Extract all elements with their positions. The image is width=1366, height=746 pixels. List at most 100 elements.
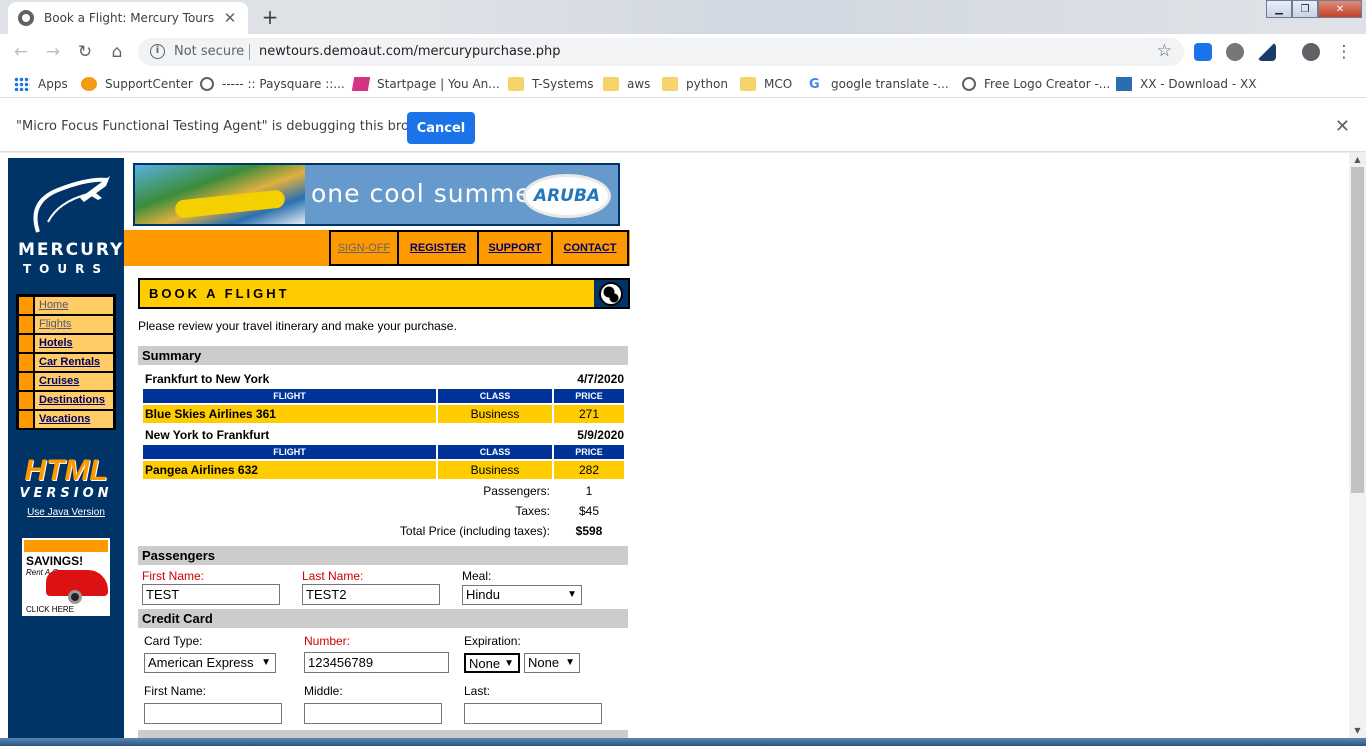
new-tab-button[interactable]: + — [256, 4, 284, 30]
startpage-icon — [351, 77, 371, 91]
reload-icon[interactable]: ↻ — [73, 40, 97, 64]
bookmark-label: python — [686, 77, 728, 91]
logo-word-tours: TOURS — [22, 262, 109, 276]
route-row: New York to Frankfurt 5/9/2020 — [143, 425, 626, 445]
scrollbar-thumb[interactable] — [1351, 167, 1364, 493]
card-type-select[interactable]: American Express ▼ — [144, 653, 276, 673]
maximize-button[interactable]: ❐ — [1292, 0, 1318, 18]
bookmark-google-translate[interactable]: Ggoogle translate -... — [809, 75, 949, 93]
bookmark-label: google translate -... — [831, 77, 949, 91]
window-close-button[interactable]: ✕ — [1318, 0, 1362, 18]
tab-favicon-icon — [18, 10, 34, 26]
card-last-name-input[interactable] — [464, 703, 602, 724]
bookmark-t-systems[interactable]: T-Systems — [508, 75, 594, 93]
card-number-input[interactable]: 123456789 — [304, 652, 449, 673]
rent-a-car-ad[interactable]: SAVINGS! Rent A Car CLICK HERE — [22, 538, 110, 616]
contact-link[interactable]: CONTACT — [553, 230, 629, 266]
bookmark-label: MCO — [764, 77, 793, 91]
scroll-up-icon[interactable]: ▲ — [1349, 153, 1366, 167]
minimize-button[interactable]: ▁ — [1266, 0, 1292, 18]
meal-select[interactable]: Hindu ▼ — [462, 585, 582, 605]
nav-link-flights[interactable]: Flights — [35, 316, 113, 333]
expiration-year-select[interactable]: None ▼ — [524, 653, 580, 673]
bookmark-label: XX - Download - XX — [1140, 77, 1257, 91]
page-scrollbar[interactable]: ▲ ▼ — [1349, 153, 1366, 738]
aruba-banner[interactable]: one cool summer ARUBA — [133, 163, 620, 226]
page-title: BOOK A FLIGHT — [149, 286, 290, 301]
scroll-down-icon[interactable]: ▼ — [1349, 724, 1366, 738]
register-link[interactable]: REGISTER — [399, 230, 479, 266]
expiration-month-select[interactable]: None ▼ — [464, 653, 520, 673]
credit-card-section-header: Credit Card — [138, 609, 628, 628]
bookmark-label: Apps — [38, 77, 68, 91]
more-menu-icon[interactable]: ⋮ — [1332, 40, 1356, 64]
nav-link-cruises[interactable]: Cruises — [35, 373, 113, 390]
nav-link-destinations[interactable]: Destinations — [35, 392, 113, 409]
banner-photo — [135, 165, 305, 224]
bookmark-apps[interactable]: Apps — [14, 75, 68, 93]
forward-arrow-icon[interactable]: → — [41, 40, 65, 64]
route-date: 4/7/2020 — [577, 372, 624, 386]
browser-tab[interactable]: Book a Flight: Mercury Tours ✕ — [8, 2, 248, 34]
home-icon[interactable]: ⌂ — [105, 40, 129, 64]
card-type-value: American Express — [148, 655, 254, 670]
url-text[interactable]: newtours.demoaut.com/mercurypurchase.php — [259, 44, 561, 59]
bookmark-startpage[interactable]: Startpage | You An... — [351, 75, 500, 93]
book-a-flight-header: BOOK A FLIGHT — [138, 278, 630, 309]
nav-link-car-rentals[interactable]: Car Rentals — [35, 354, 113, 371]
expiration-label: Expiration: — [464, 634, 521, 648]
nav-bullet — [19, 297, 33, 314]
info-icon[interactable]: i — [150, 44, 165, 59]
banner-slogan: one cool summer — [311, 179, 543, 208]
globe-icon — [962, 77, 976, 91]
passenger-first-name-input[interactable]: TEST — [142, 584, 280, 605]
google-icon: G — [809, 77, 820, 92]
cancel-debugging-button[interactable]: Cancel — [407, 112, 475, 144]
bookmark-python[interactable]: python — [662, 75, 728, 93]
bookmark-free-logo-creator[interactable]: Free Logo Creator -... — [962, 75, 1110, 93]
route-date: 5/9/2020 — [577, 428, 624, 442]
ad-cta: CLICK HERE — [26, 605, 75, 614]
bookmark-star-icon[interactable]: ☆ — [1157, 41, 1172, 61]
wheel-icon — [68, 590, 82, 604]
extension-triangle-icon[interactable] — [1258, 43, 1276, 61]
bookmark-paysquare[interactable]: ----- :: Paysquare ::... — [200, 75, 345, 93]
nav-link-home[interactable]: Home — [35, 297, 113, 314]
side-nav-menu: Home Flights Hotels Car Rentals Cruises … — [16, 294, 116, 430]
ad-title: SAVINGS! — [26, 554, 84, 568]
tab-close-icon[interactable]: ✕ — [222, 9, 238, 27]
flight-class: Business — [438, 461, 552, 479]
profile-avatar-icon[interactable] — [1302, 43, 1320, 61]
support-link[interactable]: SUPPORT — [479, 230, 553, 266]
sign-off-link[interactable]: SIGN-OFF — [331, 230, 399, 266]
nav-bullet — [19, 392, 33, 409]
card-first-name-input[interactable] — [144, 703, 282, 724]
bookmark-xx-download[interactable]: XX - Download - XX — [1116, 75, 1256, 93]
intro-text: Please review your travel itinerary and … — [138, 319, 457, 333]
bookmark-supportcenter[interactable]: SupportCenter — [81, 75, 193, 93]
passenger-last-name-input[interactable]: TEST2 — [302, 584, 440, 605]
card-number-label: Number: — [304, 634, 351, 648]
back-arrow-icon[interactable]: ← — [9, 40, 33, 64]
side-nav-item-car-rentals: Car Rentals — [18, 353, 114, 372]
globe-icon — [200, 77, 214, 91]
nav-link-hotels[interactable]: Hotels — [35, 335, 113, 352]
use-java-version-link[interactable]: Use Java Version — [18, 507, 114, 518]
extension-translate-icon[interactable] — [1194, 43, 1212, 61]
side-nav-item-destinations: Destinations — [18, 391, 114, 410]
bookmark-mco[interactable]: MCO — [740, 75, 792, 93]
address-bar[interactable]: i Not secure newtours.demoaut.com/mercur… — [138, 38, 1184, 66]
chevron-down-icon: ▼ — [567, 589, 577, 600]
infobar-close-icon[interactable]: ✕ — [1335, 116, 1350, 137]
nav-link-vacations[interactable]: Vacations — [35, 411, 113, 428]
passengers-value: 1 — [585, 484, 593, 498]
flight-row: Blue Skies Airlines 361 Business 271 — [143, 405, 626, 423]
extension-circle-icon[interactable] — [1226, 43, 1244, 61]
card-middle-name-input[interactable] — [304, 703, 442, 724]
card-last-name-label: Last: — [464, 684, 491, 698]
aruba-logo: ARUBA — [523, 174, 611, 218]
flight-price: 271 — [554, 405, 624, 423]
departing-leg: Frankfurt to New York 4/7/2020 FLIGHT CL… — [143, 369, 626, 423]
html-version-subtitle: VERSION — [19, 486, 113, 501]
bookmark-aws[interactable]: aws — [603, 75, 650, 93]
